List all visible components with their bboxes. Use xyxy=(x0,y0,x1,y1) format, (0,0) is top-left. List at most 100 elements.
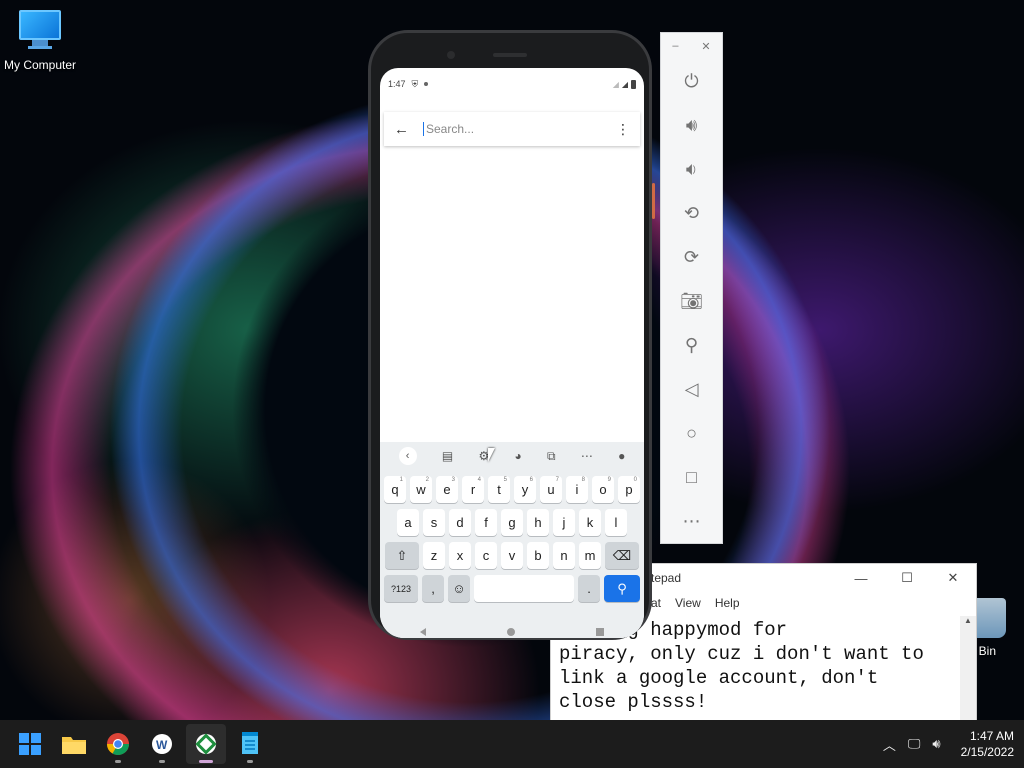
key-u[interactable]: u7 xyxy=(540,476,562,503)
maximize-button[interactable]: ☐ xyxy=(884,564,930,592)
mouse-pointer-icon xyxy=(488,448,495,462)
key-y[interactable]: y6 xyxy=(514,476,536,503)
key-f[interactable]: f xyxy=(475,509,497,536)
shift-key[interactable]: ⇧ xyxy=(385,542,419,569)
nav-back-icon[interactable] xyxy=(420,628,427,636)
key-q[interactable]: q1 xyxy=(384,476,406,503)
power-icon[interactable]: ⏻ xyxy=(661,59,722,103)
key-g[interactable]: g xyxy=(501,509,523,536)
clipboard-icon[interactable]: ▤ xyxy=(442,449,453,463)
zoom-icon[interactable]: ⚲ xyxy=(661,323,722,367)
overflow-menu-icon[interactable]: ⋮ xyxy=(616,121,630,138)
period-key[interactable]: . xyxy=(578,575,600,602)
search-bar: ← ⋮ xyxy=(384,112,640,146)
numbers-key[interactable]: ?123 xyxy=(384,575,418,602)
earpiece-speaker xyxy=(493,53,527,57)
key-m[interactable]: m xyxy=(579,542,601,569)
volume-down-icon[interactable]: 🔉︎ xyxy=(661,147,722,191)
phone-side-button[interactable] xyxy=(652,183,655,219)
camera-icon[interactable]: 📷︎ xyxy=(661,279,722,323)
taskbar-clock[interactable]: 1:47 AM 2/15/2022 xyxy=(961,728,1014,760)
space-key[interactable] xyxy=(474,575,574,602)
text-cursor xyxy=(423,122,424,136)
emulator-toolbar: – ✕ ⏻ 🔊︎ 🔉︎ ⟲ ⟳ 📷︎ ⚲ ◁ ○ □ ⋯ xyxy=(660,32,723,544)
status-icons: ◢ ◢ xyxy=(613,79,636,89)
clock-time: 1:47 AM xyxy=(969,729,1014,743)
key-n[interactable]: n xyxy=(553,542,575,569)
windows-start-icon[interactable] xyxy=(10,724,50,764)
key-o[interactable]: o9 xyxy=(592,476,614,503)
notepad-scrollbar[interactable]: ▲ xyxy=(960,616,976,724)
home-icon[interactable]: ○ xyxy=(661,411,722,455)
resize-icon[interactable]: ⧉ xyxy=(547,449,556,464)
search-key[interactable]: ⚲ xyxy=(604,575,640,602)
notification-dot-icon xyxy=(424,82,429,86)
key-k[interactable]: k xyxy=(579,509,601,536)
phone-screen[interactable]: 1:47 ⛨ ◢ ◢ ← ⋮ ‹ ▤ ⚙ ◕ ⧉ ⋯ ● xyxy=(380,68,644,638)
key-d[interactable]: d xyxy=(449,509,471,536)
nav-overview-icon[interactable] xyxy=(595,628,604,636)
keyboard-row-2: asdfghjkl xyxy=(380,509,644,536)
back-arrow-icon[interactable]: ← xyxy=(394,121,409,138)
mic-icon[interactable]: ● xyxy=(618,449,625,463)
key-t[interactable]: t5 xyxy=(488,476,510,503)
signal-icon: ◢ xyxy=(621,79,628,89)
desktop-icon-my-computer[interactable]: My Computer xyxy=(0,10,80,72)
desktop-icon-label: My Computer xyxy=(3,58,77,72)
key-v[interactable]: v xyxy=(501,542,523,569)
search-input[interactable] xyxy=(426,122,616,136)
minimize-button[interactable]: – xyxy=(672,40,678,52)
running-indicator xyxy=(199,760,213,763)
keyboard-toolbar: ‹ ▤ ⚙ ◕ ⧉ ⋯ ● xyxy=(380,442,644,470)
file-explorer-icon[interactable] xyxy=(54,724,94,764)
minimize-button[interactable]: — xyxy=(838,564,884,592)
rotate-left-icon[interactable]: ⟲ xyxy=(661,191,722,235)
backspace-key[interactable]: ⌫ xyxy=(605,542,639,569)
android-emulator-icon[interactable] xyxy=(186,724,226,764)
status-bar: 1:47 ⛨ ◢ ◢ xyxy=(380,68,644,100)
notepad-window-controls: — ☐ ✕ xyxy=(838,564,976,592)
camera-lens xyxy=(447,51,455,59)
wordpad-icon[interactable]: W xyxy=(142,724,182,764)
key-j[interactable]: j xyxy=(553,509,575,536)
key-s[interactable]: s xyxy=(423,509,445,536)
key-i[interactable]: i8 xyxy=(566,476,588,503)
monitor-icon xyxy=(18,10,62,54)
key-w[interactable]: w2 xyxy=(410,476,432,503)
volume-icon[interactable]: 🔊︎ xyxy=(932,736,940,752)
close-button[interactable]: ✕ xyxy=(701,40,710,53)
back-icon[interactable]: ◁ xyxy=(661,367,722,411)
keyboard-row-3: ⇧ zxcvbnm ⌫ xyxy=(380,542,644,569)
scroll-up-icon[interactable]: ▲ xyxy=(960,616,976,625)
comma-key[interactable]: , xyxy=(422,575,444,602)
more-horiz-icon[interactable]: ⋯ xyxy=(581,449,593,463)
more-icon[interactable]: ⋯ xyxy=(661,499,722,543)
running-indicator xyxy=(159,760,165,763)
chevron-up-icon[interactable]: ︿ xyxy=(883,735,896,754)
running-indicator xyxy=(247,760,253,763)
key-b[interactable]: b xyxy=(527,542,549,569)
menu-format[interactable]: at xyxy=(651,596,661,610)
overview-icon[interactable]: □ xyxy=(661,455,722,499)
emoji-key[interactable]: ☺ xyxy=(448,575,470,602)
key-l[interactable]: l xyxy=(605,509,627,536)
menu-view[interactable]: View xyxy=(675,596,701,610)
chrome-icon[interactable] xyxy=(98,724,138,764)
key-c[interactable]: c xyxy=(475,542,497,569)
close-button[interactable]: ✕ xyxy=(930,564,976,592)
key-r[interactable]: r4 xyxy=(462,476,484,503)
key-a[interactable]: a xyxy=(397,509,419,536)
key-p[interactable]: p0 xyxy=(618,476,640,503)
notepad-icon[interactable] xyxy=(230,724,270,764)
nav-home-icon[interactable] xyxy=(506,628,515,636)
rotate-right-icon[interactable]: ⟳ xyxy=(661,235,722,279)
chevron-left-icon[interactable]: ‹ xyxy=(398,447,417,465)
volume-up-icon[interactable]: 🔊︎ xyxy=(661,103,722,147)
key-e[interactable]: e3 xyxy=(436,476,458,503)
menu-help[interactable]: Help xyxy=(715,596,740,610)
network-icon[interactable]: 🖵︎ xyxy=(908,736,921,752)
key-x[interactable]: x xyxy=(449,542,471,569)
key-z[interactable]: z xyxy=(423,542,445,569)
palette-icon[interactable]: ◕ xyxy=(514,449,521,463)
key-h[interactable]: h xyxy=(527,509,549,536)
